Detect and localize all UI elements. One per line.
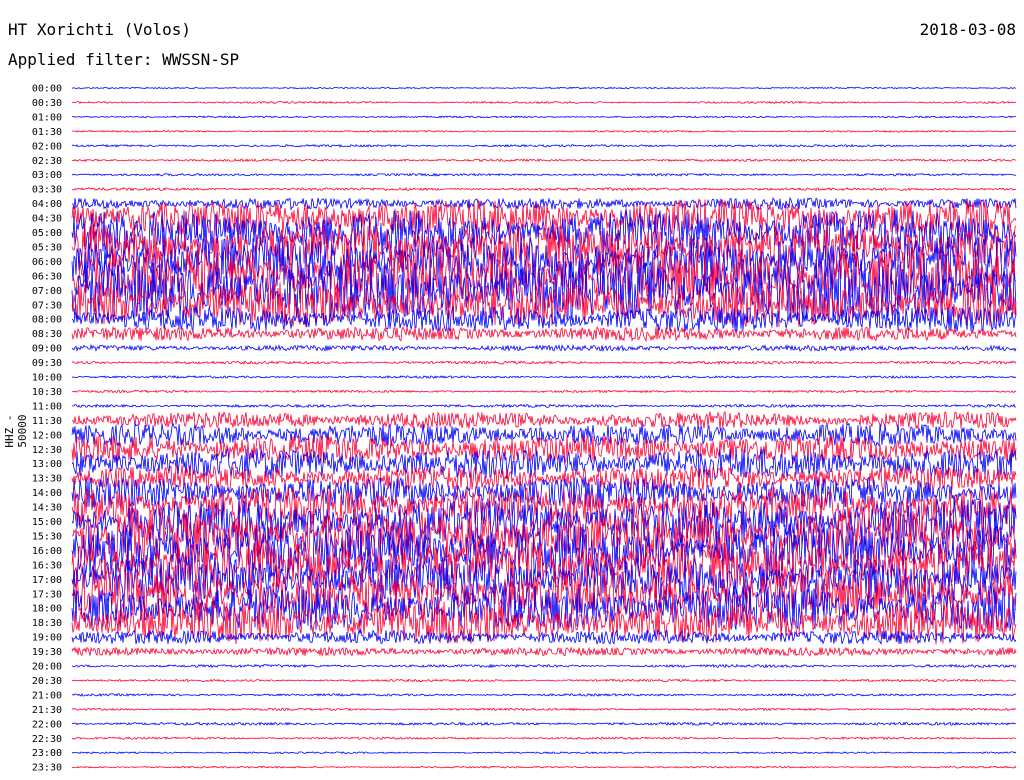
trace-0100 <box>71 115 1017 119</box>
traces <box>71 86 1017 769</box>
row-label-0330: 03:30 <box>32 185 62 196</box>
row-label-1830: 18:30 <box>32 618 62 629</box>
trace-1000 <box>71 374 1017 379</box>
trace-0900 <box>71 343 1017 353</box>
trace-2300 <box>71 751 1017 755</box>
trace-1930 <box>71 645 1017 657</box>
row-label-0700: 07:00 <box>32 286 62 297</box>
row-label-0630: 06:30 <box>32 271 62 282</box>
row-label-1930: 19:30 <box>32 647 62 658</box>
row-label-0000: 00:00 <box>32 84 62 95</box>
trace-0000 <box>71 86 1017 90</box>
row-label-0600: 06:00 <box>32 257 62 268</box>
trace-2230 <box>71 736 1017 741</box>
trace-1130 <box>71 410 1017 430</box>
trace-0300 <box>71 172 1017 177</box>
row-label-1430: 14:30 <box>32 503 62 514</box>
row-label-0430: 04:30 <box>32 214 62 225</box>
row-label-1730: 17:30 <box>32 589 62 600</box>
row-label-0130: 01:30 <box>32 127 62 138</box>
row-label-2330: 23:30 <box>32 763 62 774</box>
row-label-1530: 15:30 <box>32 531 62 542</box>
row-label-0230: 02:30 <box>32 156 62 167</box>
trace-2330 <box>71 765 1017 769</box>
row-label-1700: 17:00 <box>32 575 62 586</box>
row-label-0530: 05:30 <box>32 242 62 253</box>
row-label-2200: 22:00 <box>32 719 62 730</box>
trace-2130 <box>71 707 1017 712</box>
row-label-0930: 09:30 <box>32 358 62 369</box>
row-label-1200: 12:00 <box>32 430 62 441</box>
row-label-1030: 10:30 <box>32 387 62 398</box>
row-label-1600: 16:00 <box>32 546 62 557</box>
trace-2000 <box>71 663 1017 669</box>
row-label-0030: 00:30 <box>32 98 62 109</box>
trace-0130 <box>71 129 1017 133</box>
row-label-2300: 23:00 <box>32 748 62 759</box>
row-labels: 00:00 00:30 01:00 01:30 02:00 02:30 03:00 03:30… <box>32 84 62 774</box>
trace-0200 <box>71 143 1016 148</box>
row-label-0800: 08:00 <box>32 315 62 326</box>
row-label-0100: 01:00 <box>32 112 62 123</box>
row-label-0900: 09:00 <box>32 344 62 355</box>
trace-0330 <box>71 186 1017 192</box>
row-label-2100: 21:00 <box>32 690 62 701</box>
trace-0030 <box>71 100 1017 105</box>
row-label-1000: 10:00 <box>32 373 62 384</box>
row-label-1800: 18:00 <box>32 604 62 615</box>
row-label-1400: 14:00 <box>32 488 62 499</box>
row-label-2130: 21:30 <box>32 705 62 716</box>
row-label-1300: 13:00 <box>32 459 62 470</box>
row-label-0500: 05:00 <box>32 228 62 239</box>
row-label-2230: 22:30 <box>32 734 62 745</box>
trace-2200 <box>71 721 1017 727</box>
row-label-0200: 02:00 <box>32 141 62 152</box>
row-label-1230: 12:30 <box>32 445 62 456</box>
row-label-0300: 03:00 <box>32 170 62 181</box>
row-label-0730: 07:30 <box>32 300 62 311</box>
trace-0230 <box>71 158 1017 163</box>
row-label-1500: 15:00 <box>32 517 62 528</box>
row-label-0400: 04:00 <box>32 199 62 210</box>
trace-0830 <box>71 325 1017 343</box>
trace-1900 <box>71 628 1017 646</box>
row-label-1900: 19:00 <box>32 633 62 644</box>
row-label-1130: 11:30 <box>32 416 62 427</box>
row-label-1630: 16:30 <box>32 560 62 571</box>
row-label-0830: 08:30 <box>32 329 62 340</box>
row-label-1100: 11:00 <box>32 401 62 412</box>
trace-1200 <box>71 422 1017 448</box>
helicorder-plot: 00:00 00:30 01:00 01:30 02:00 02:30 03:00 03:30… <box>32 84 1017 774</box>
trace-1100 <box>71 403 1017 409</box>
trace-1430 <box>71 487 1017 527</box>
row-label-1330: 13:30 <box>32 474 62 485</box>
trace-2030 <box>71 678 1017 683</box>
row-label-2000: 20:00 <box>32 662 62 673</box>
trace-1030 <box>72 389 1017 394</box>
trace-2100 <box>71 692 1017 697</box>
row-label-2030: 20:30 <box>32 676 62 687</box>
trace-0930 <box>71 360 1017 365</box>
